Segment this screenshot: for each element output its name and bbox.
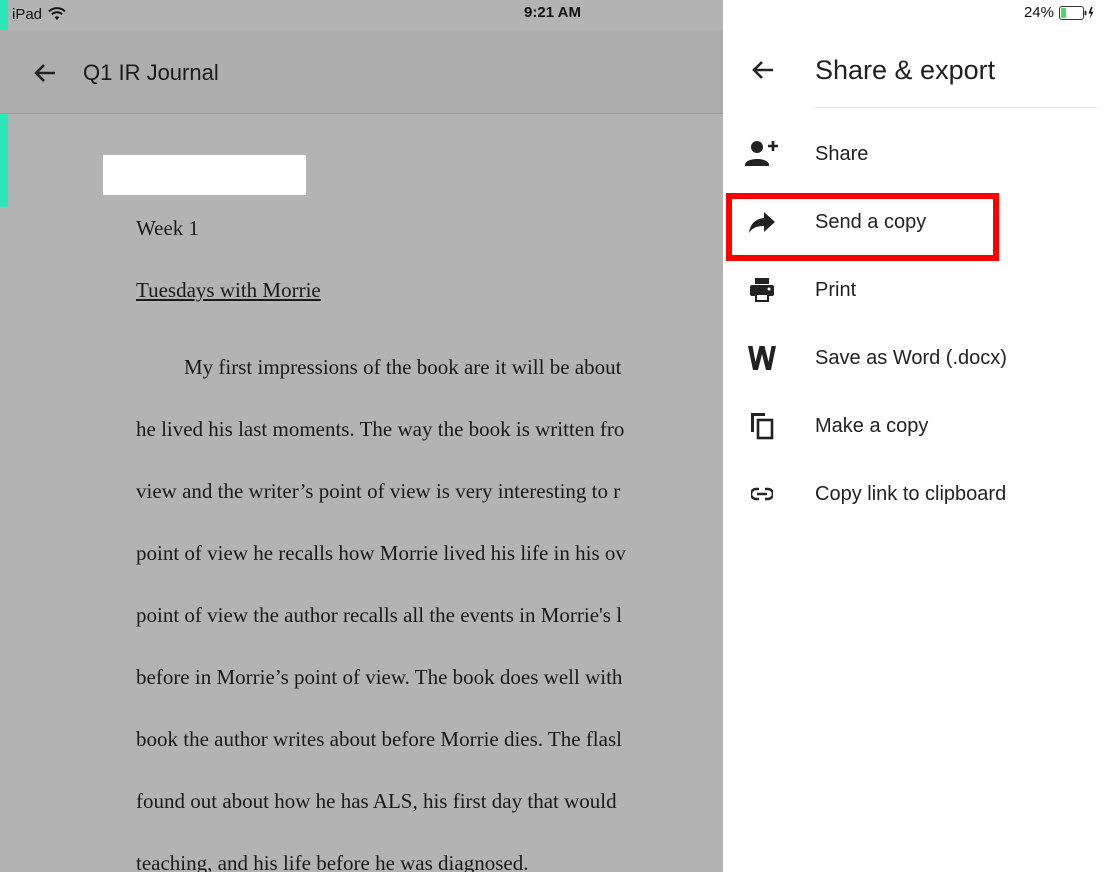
paragraph-line: he lived his last moments. The way the b… (136, 417, 625, 441)
paragraph-line: before in Morrie’s point of view. The bo… (136, 665, 623, 689)
menu-label: Copy link to clipboard (815, 482, 1007, 505)
back-arrow-icon (34, 64, 55, 82)
paragraph-line: point of view he recalls how Morrie live… (136, 541, 626, 565)
menu-item-send-copy[interactable]: Send a copy (723, 192, 1105, 252)
menu-label: Print (815, 278, 857, 301)
device-label: iPad (12, 5, 43, 23)
add-person-icon (745, 137, 779, 171)
menu-item-share[interactable]: Share (723, 124, 1105, 184)
charging-icon (1088, 6, 1094, 19)
paragraph-line: My first impressions of the book are it … (184, 355, 622, 379)
menu-label: Save as Word (.docx) (815, 346, 1007, 369)
menu-label: Make a copy (815, 414, 929, 437)
document-area: iPad Q1 IR Journal Week 1 Tuesdays with … (0, 0, 723, 872)
battery-percent: 24% (1023, 4, 1054, 21)
link-icon (745, 477, 779, 511)
paragraph-line: point of view the author recalls all the… (136, 603, 623, 627)
status-bar-right: 24% (1024, 4, 1095, 21)
menu-item-print[interactable]: Print (723, 260, 1105, 320)
back-button[interactable] (26, 58, 64, 88)
copy-icon (745, 409, 779, 443)
document-title: Q1 IR Journal (83, 60, 219, 85)
share-export-panel: 24% Share & export Share Send a copy Pri… (723, 0, 1105, 872)
word-icon (745, 341, 779, 375)
paragraph-line: found out about how he has ALS, his firs… (136, 789, 617, 813)
menu-label: Send a copy (815, 210, 927, 233)
redacted-block (103, 155, 306, 195)
status-bar-left: iPad (12, 4, 66, 24)
document-toolbar: Q1 IR Journal (0, 30, 723, 114)
divider (815, 107, 1097, 108)
menu-item-save-word[interactable]: Save as Word (.docx) (723, 328, 1105, 388)
forward-arrow-icon (745, 205, 779, 239)
menu-item-make-copy[interactable]: Make a copy (723, 396, 1105, 456)
wifi-icon (48, 7, 66, 20)
menu-label: Share (815, 142, 869, 165)
book-title: Tuesdays with Morrie (136, 278, 321, 302)
week-heading: Week 1 (136, 216, 200, 240)
paragraph-line: book the author writes about before Morr… (136, 727, 622, 751)
document-paragraph: My first impressions of the book are it … (136, 336, 626, 872)
panel-title: Share & export (815, 55, 996, 85)
paragraph-line: teaching, and his life before he was dia… (136, 851, 529, 872)
printer-icon (745, 273, 779, 307)
paragraph-line: view and the writer’s point of view is v… (136, 479, 621, 503)
panel-back-button[interactable] (745, 53, 781, 87)
battery-icon (1059, 5, 1094, 20)
menu-item-copy-link[interactable]: Copy link to clipboard (723, 464, 1105, 524)
back-arrow-icon (752, 61, 773, 79)
